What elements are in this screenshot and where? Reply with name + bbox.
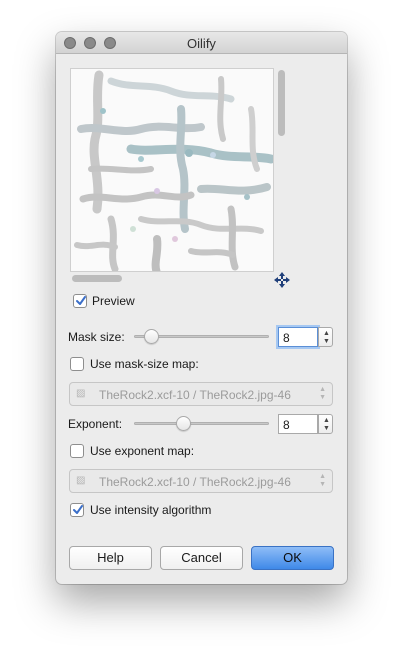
stepper-down-icon[interactable]: ▼ [323, 425, 330, 432]
window-title: Oilify [187, 36, 216, 51]
image-icon: ▨ [76, 388, 86, 399]
preview-label: Preview [92, 294, 135, 308]
use-intensity-label: Use intensity algorithm [90, 503, 212, 517]
stepper-up-icon[interactable]: ▲ [323, 417, 330, 424]
stepper-up-icon[interactable]: ▲ [323, 330, 330, 337]
exponent-slider-knob[interactable] [176, 416, 191, 431]
exponent-input[interactable]: 8 [278, 414, 318, 434]
move-arrows-icon[interactable] [273, 271, 291, 289]
ok-button[interactable]: OK [251, 546, 334, 570]
title-bar[interactable]: Oilify [56, 32, 347, 54]
exponent-map-combo-text: TheRock2.xcf-10 / TheRock2.jpg-46 [99, 475, 291, 489]
mask-size-input[interactable]: 8 [278, 327, 318, 347]
exponent-stepper[interactable]: ▲ ▼ [318, 414, 333, 434]
stepper-down-icon[interactable]: ▼ [323, 338, 330, 345]
preview-horizontal-scrollbar[interactable] [70, 275, 274, 283]
exponent-label: Exponent: [68, 417, 123, 431]
use-mask-size-map-checkbox[interactable] [70, 357, 84, 371]
mask-size-label: Mask size: [68, 330, 125, 344]
exponent-slider[interactable] [134, 422, 269, 425]
use-intensity-checkbox[interactable] [70, 503, 84, 517]
cancel-button[interactable]: Cancel [160, 546, 243, 570]
horizontal-scroll-thumb[interactable] [72, 275, 122, 282]
mask-size-stepper[interactable]: ▲ ▼ [318, 327, 333, 347]
checkmark-icon [73, 505, 83, 514]
image-icon: ▨ [76, 475, 86, 486]
use-mask-size-map-label: Use mask-size map: [90, 357, 199, 371]
vertical-scroll-thumb[interactable] [278, 70, 285, 136]
combo-arrows-icon: ▲ ▼ [319, 386, 326, 401]
mask-size-slider-knob[interactable] [144, 329, 159, 344]
mask-size-map-combo-text: TheRock2.xcf-10 / TheRock2.jpg-46 [99, 388, 291, 402]
oilify-preview-graphic [71, 69, 273, 271]
help-button[interactable]: Help [69, 546, 152, 570]
use-exponent-map-checkbox[interactable] [70, 444, 84, 458]
preview-checkbox[interactable] [73, 294, 87, 308]
checkmark-icon [76, 296, 86, 305]
preview-image[interactable] [70, 68, 274, 272]
exponent-map-combo[interactable]: ▨ TheRock2.xcf-10 / TheRock2.jpg-46 ▲ ▼ [69, 469, 333, 493]
use-exponent-map-label: Use exponent map: [90, 444, 195, 458]
combo-arrows-icon: ▲ ▼ [319, 473, 326, 488]
oilify-dialog: Oilify Preview Mask size: 8 ▲ ▼ Use mask… [56, 32, 347, 584]
preview-vertical-scrollbar[interactable] [278, 68, 286, 268]
mask-size-map-combo[interactable]: ▨ TheRock2.xcf-10 / TheRock2.jpg-46 ▲ ▼ [69, 382, 333, 406]
